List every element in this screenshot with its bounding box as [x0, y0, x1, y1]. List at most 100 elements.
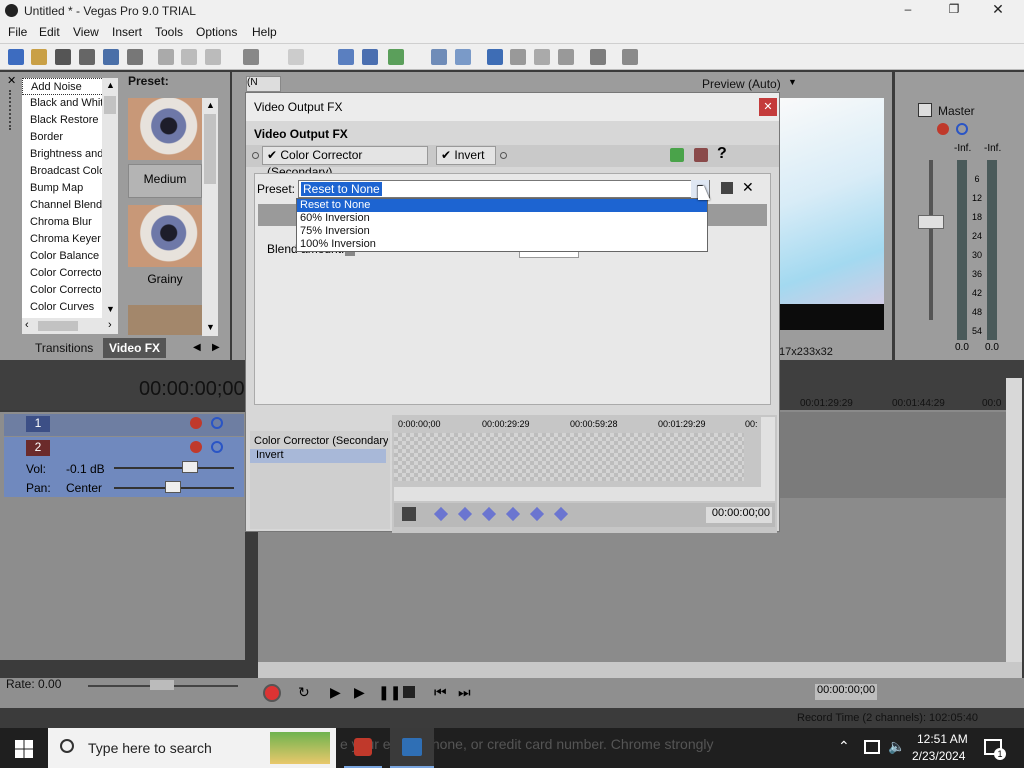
rate-slider-handle[interactable] — [150, 680, 174, 690]
scroll-up-icon[interactable]: ▲ — [106, 80, 115, 90]
remove-plugin-icon[interactable] — [694, 148, 708, 162]
taskbar-app-window[interactable] — [390, 728, 434, 768]
show-hidden-icons-icon[interactable]: ⌃ — [838, 738, 850, 755]
snap-icon[interactable] — [338, 49, 354, 65]
menu-file[interactable]: File — [8, 25, 27, 39]
paste-icon[interactable] — [205, 49, 221, 65]
normal-edit-icon[interactable] — [487, 49, 503, 65]
track-mute-icon[interactable] — [211, 441, 223, 453]
panel-close-icon[interactable]: ✕ — [7, 74, 16, 87]
pause-button[interactable]: ❚❚ — [378, 684, 401, 701]
menu-view[interactable]: View — [73, 25, 99, 39]
menu-help[interactable]: Help — [252, 25, 277, 39]
preset-combo[interactable]: Reset to None ▼ — [298, 180, 710, 198]
first-keyframe-icon[interactable] — [433, 506, 449, 522]
network-icon[interactable] — [864, 740, 880, 754]
next-keyframe-icon[interactable] — [481, 506, 497, 522]
ripple-icon[interactable] — [388, 49, 404, 65]
minimize-button[interactable]: – — [900, 2, 916, 18]
track-fx-icon[interactable] — [190, 417, 202, 429]
new-icon[interactable] — [8, 49, 24, 65]
volume-icon[interactable]: 🔈 — [888, 738, 905, 755]
search-box[interactable]: Type here to search — [48, 728, 336, 768]
keyframe-track[interactable]: Color Corrector (Secondary — [254, 435, 388, 449]
delete-preset-icon[interactable]: ✕ — [742, 179, 754, 196]
timeline-hscroll[interactable] — [258, 662, 1022, 678]
save-preset-icon[interactable] — [721, 182, 733, 194]
scroll-down-icon[interactable]: ▼ — [206, 322, 215, 332]
ignore-grouping-icon[interactable] — [455, 49, 471, 65]
auto-crossfade-icon[interactable] — [362, 49, 378, 65]
maximize-button[interactable]: ❐ — [946, 2, 962, 18]
pan-slider-handle[interactable] — [165, 481, 181, 493]
master-fader-handle[interactable] — [918, 215, 944, 229]
tab-scroll-right-icon[interactable]: ▶ — [212, 342, 220, 353]
dropdown-option[interactable]: 60% Inversion — [297, 212, 707, 225]
prev-keyframe-icon[interactable] — [457, 506, 473, 522]
scroll-left-icon[interactable]: ‹ — [25, 319, 29, 331]
track-mute-icon[interactable] — [211, 417, 223, 429]
master-fx-icon[interactable] — [937, 123, 949, 135]
play-from-start-button[interactable]: ▶ — [330, 684, 341, 701]
scroll-down-icon[interactable]: ▼ — [106, 304, 115, 314]
record-button[interactable] — [263, 684, 281, 702]
master-checkbox[interactable] — [918, 103, 932, 117]
dropdown-option[interactable]: 100% Inversion — [297, 238, 707, 251]
lock-envelope-icon[interactable] — [431, 49, 447, 65]
kf-vscroll[interactable] — [761, 417, 775, 501]
properties-icon[interactable] — [127, 49, 143, 65]
scroll-thumb[interactable] — [204, 114, 216, 184]
fx-list-scrollbar[interactable]: ▲ ▼ — [102, 78, 118, 318]
preset-thumb-medium[interactable] — [128, 98, 202, 160]
render-icon[interactable] — [103, 49, 119, 65]
undo-icon[interactable] — [243, 49, 259, 65]
preview-quality-label[interactable]: Preview (Auto) — [702, 77, 781, 91]
chevron-down-icon[interactable]: ▼ — [788, 77, 797, 87]
lock-keyframes-icon[interactable] — [402, 507, 416, 521]
preset-thumb-grainy[interactable] — [128, 205, 202, 267]
menu-edit[interactable]: Edit — [39, 25, 60, 39]
preset-thumb-noise[interactable] — [128, 305, 202, 335]
scroll-right-icon[interactable]: › — [108, 319, 112, 331]
chain-fx-color-corrector[interactable]: ✔ Color Corrector (Secondary) — [262, 146, 428, 179]
loop-button[interactable]: ↻ — [298, 684, 310, 701]
vol-slider-handle[interactable] — [182, 461, 198, 473]
go-to-end-button[interactable]: ⏭ — [458, 684, 471, 701]
scroll-thumb[interactable] — [104, 96, 116, 114]
redo-icon[interactable] — [288, 49, 304, 65]
save-icon[interactable] — [55, 49, 71, 65]
scroll-up-icon[interactable]: ▲ — [206, 100, 215, 110]
envelope-edit-icon[interactable] — [510, 49, 526, 65]
selection-edit-icon[interactable] — [534, 49, 550, 65]
save-as-icon[interactable] — [79, 49, 95, 65]
scrub-icon[interactable] — [590, 49, 606, 65]
cut-icon[interactable] — [158, 49, 174, 65]
timeline-vscroll[interactable] — [1006, 378, 1022, 670]
menu-tools[interactable]: Tools — [155, 25, 183, 39]
preview-mode-select[interactable]: (N — [246, 76, 281, 92]
go-to-start-button[interactable]: ⏮ — [434, 684, 447, 701]
add-keyframe-icon[interactable] — [529, 506, 545, 522]
start-windows-icon[interactable] — [15, 740, 33, 758]
tab-video-fx[interactable]: Video FX — [103, 338, 166, 358]
menu-options[interactable]: Options — [196, 25, 237, 39]
dropdown-option[interactable]: Reset to None — [297, 199, 707, 212]
kf-hscroll[interactable] — [394, 487, 761, 501]
master-mute-icon[interactable] — [956, 123, 968, 135]
taskbar-app-vegas[interactable] — [344, 728, 382, 768]
chain-fx-invert[interactable]: ✔ Invert — [436, 146, 496, 165]
delete-keyframe-icon[interactable] — [553, 506, 569, 522]
fx-list-hscroll[interactable]: ‹ › — [22, 318, 118, 334]
play-button[interactable]: ▶ — [354, 684, 365, 701]
close-button[interactable]: ✕ — [990, 1, 1006, 17]
clock-date[interactable]: 2/23/2024 — [912, 749, 965, 763]
clock-time[interactable]: 12:51 AM — [917, 732, 968, 746]
menu-insert[interactable]: Insert — [112, 25, 142, 39]
tab-scroll-left-icon[interactable]: ◀ — [193, 342, 201, 353]
last-keyframe-icon[interactable] — [505, 506, 521, 522]
whats-this-help-icon[interactable] — [622, 49, 638, 65]
help-icon[interactable]: ? — [717, 145, 727, 163]
dialog-close-button[interactable]: ✕ — [759, 98, 777, 116]
keyframe-track[interactable]: Invert — [250, 449, 386, 463]
plugin-chain-icon[interactable] — [670, 148, 684, 162]
